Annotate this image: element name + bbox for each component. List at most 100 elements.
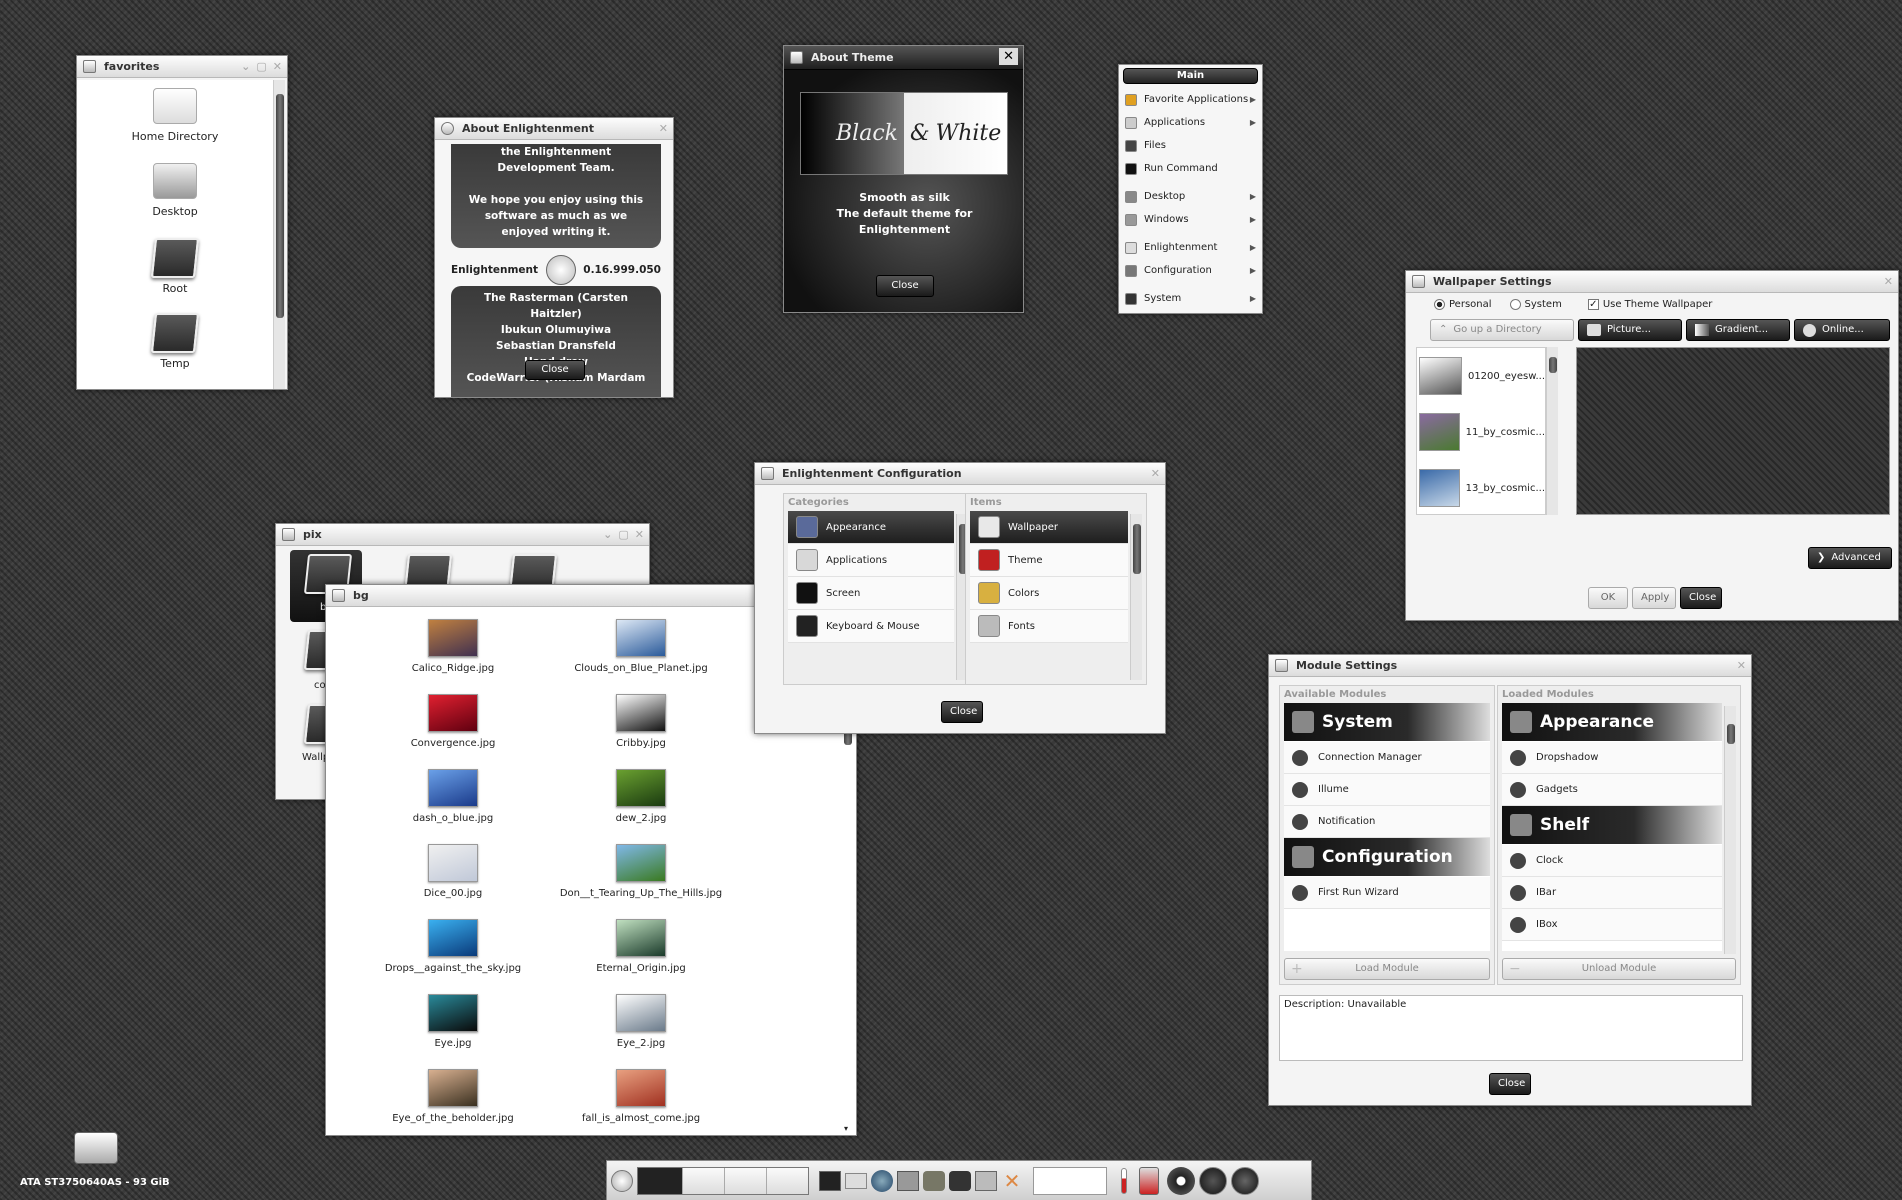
maximize-icon[interactable]: ▢ <box>618 528 628 541</box>
wallpaper-titlebar[interactable]: Wallpaper Settings ✕ <box>1406 271 1898 293</box>
gradient-button[interactable]: Gradient... <box>1686 319 1790 341</box>
wallpaper-settings-window[interactable]: Wallpaper Settings ✕ Personal System ✓ Use… <box>1405 270 1899 621</box>
favorite-item[interactable]: Home Directory <box>77 88 273 143</box>
file-manager-icon[interactable] <box>897 1170 919 1191</box>
image-file-item[interactable]: Clouds_on_Blue_Planet.jpg <box>516 619 766 674</box>
picture-button[interactable]: Picture... <box>1578 319 1682 341</box>
menu-item[interactable]: Desktop ▶ <box>1119 185 1262 208</box>
config-list-item[interactable]: Fonts <box>970 610 1128 643</box>
config-close-button[interactable]: Close <box>941 701 983 723</box>
scroll-thumb[interactable] <box>1549 357 1557 373</box>
close-icon[interactable]: ✕ <box>635 528 644 541</box>
config-list-item[interactable]: Applications <box>788 544 954 577</box>
favorite-item[interactable]: Root <box>77 238 273 295</box>
menu-item[interactable]: Favorite Applications ▶ <box>1119 88 1262 111</box>
unload-module-button[interactable]: − Unload Module <box>1502 958 1736 980</box>
favorite-item[interactable]: Desktop <box>77 163 273 218</box>
terminal-icon[interactable] <box>819 1170 841 1191</box>
module-settings-titlebar[interactable]: Module Settings ✕ <box>1269 655 1751 677</box>
mixer-icon[interactable] <box>1167 1166 1195 1195</box>
online-button[interactable]: Online... <box>1794 319 1890 341</box>
close-icon[interactable]: ✕ <box>1737 659 1746 672</box>
module-item[interactable]: Notification <box>1284 806 1490 838</box>
browser-globe-icon[interactable] <box>871 1169 893 1192</box>
scroll-down-icon[interactable]: ▾ <box>844 1124 848 1133</box>
module-item[interactable]: IBox <box>1502 909 1722 941</box>
available-modules-list[interactable]: System Connection Manager Illume Notificati… <box>1284 703 1490 951</box>
go-up-directory-button[interactable]: ⌃ Go up a Directory <box>1430 319 1574 341</box>
image-file-item[interactable]: Eternal_Origin.jpg <box>516 919 766 974</box>
apply-button[interactable]: Apply <box>1632 587 1676 609</box>
theme-close-button[interactable]: Close <box>876 275 934 297</box>
wallpaper-list-scrollbar[interactable] <box>1546 347 1558 515</box>
config-list-item[interactable]: Wallpaper <box>970 511 1128 544</box>
image-file-item[interactable]: dew_2.jpg <box>516 769 766 824</box>
menu-item[interactable]: Applications ▶ <box>1119 111 1262 134</box>
about-theme-titlebar[interactable]: About Theme ✕ <box>784 46 1023 70</box>
close-icon[interactable]: ✕ <box>1151 467 1160 480</box>
close-icon[interactable]: ✕ <box>999 48 1018 65</box>
image-file-item[interactable]: Cribby.jpg <box>516 694 766 749</box>
close-icon[interactable]: ✕ <box>1884 275 1893 288</box>
config-list-item[interactable]: Colors <box>970 577 1128 610</box>
start-icon[interactable] <box>611 1169 633 1192</box>
loaded-modules-scrollbar[interactable] <box>1724 706 1736 954</box>
bg-scrollbar[interactable]: ▾ <box>842 725 854 1135</box>
pager-desk-4[interactable] <box>766 1167 808 1194</box>
about-close-button[interactable]: Close <box>525 360 585 380</box>
config-list-item[interactable]: Appearance <box>788 511 954 544</box>
tools-icon[interactable]: ✕ <box>1001 1170 1023 1192</box>
scroll-thumb[interactable] <box>1727 724 1735 744</box>
favorites-titlebar[interactable]: favorites ⌄ ▢ ✕ <box>77 56 287 78</box>
inkscape-icon[interactable] <box>949 1170 971 1191</box>
module-item[interactable]: First Run Wizard <box>1284 877 1490 909</box>
categories-list[interactable]: Appearance Applications Screen Keyboard & M… <box>788 511 954 643</box>
gimp-icon[interactable] <box>923 1170 945 1191</box>
pager-desk-2[interactable] <box>682 1167 724 1194</box>
module-item[interactable]: Clock <box>1502 845 1722 877</box>
wallpaper-file-item[interactable]: 11_by_cosmic... <box>1417 404 1545 460</box>
mail-icon[interactable] <box>845 1172 867 1189</box>
loaded-modules-list[interactable]: Appearance Dropshadow Gadgets Shelf Clock IBa… <box>1502 703 1722 951</box>
close-icon[interactable]: ✕ <box>659 122 668 135</box>
module-item[interactable]: Gadgets <box>1502 774 1722 806</box>
system-radio[interactable]: System <box>1509 299 1562 310</box>
about-theme-window[interactable]: About Theme ✕ Black & White Smooth as silk… <box>783 45 1024 313</box>
menu-item[interactable]: Files <box>1119 134 1262 157</box>
favorite-item[interactable]: Temp <box>77 313 273 370</box>
items-scrollbar[interactable] <box>1130 514 1142 680</box>
modules-close-button[interactable]: Close <box>1489 1073 1531 1095</box>
favorites-window[interactable]: favorites ⌄ ▢ ✕ Home Directory Desktop Root Te… <box>76 55 288 390</box>
scroll-thumb[interactable] <box>276 94 284 318</box>
configuration-titlebar[interactable]: Enlightenment Configuration ✕ <box>755 463 1165 485</box>
items-list[interactable]: Wallpaper Theme Colors Fonts <box>970 511 1128 643</box>
menu-item[interactable]: Configuration ▶ <box>1119 259 1262 282</box>
enlightenment-configuration-window[interactable]: Enlightenment Configuration ✕ Categories … <box>754 462 1166 734</box>
wallpaper-file-item[interactable]: 13_by_cosmic... <box>1417 460 1545 514</box>
wallpaper-file-list[interactable]: 01200_eyesw... 11_by_cosmic... 13_by_cosmi… <box>1416 347 1546 515</box>
config-list-item[interactable]: Screen <box>788 577 954 610</box>
minimize-icon[interactable]: ⌄ <box>603 528 612 541</box>
image-file-item[interactable]: fall_is_almost_come.jpg <box>516 1069 766 1124</box>
menu-item[interactable]: Run Command <box>1119 157 1262 180</box>
minimize-icon[interactable]: ⌄ <box>241 60 250 73</box>
favorites-scrollbar[interactable] <box>273 80 285 389</box>
close-button[interactable]: Close <box>1680 587 1722 609</box>
menu-item[interactable]: Enlightenment ▶ <box>1119 236 1262 259</box>
personal-radio[interactable]: Personal <box>1434 299 1492 310</box>
close-icon[interactable]: ✕ <box>273 60 282 73</box>
ok-button[interactable]: OK <box>1588 587 1628 609</box>
about-enlightenment-window[interactable]: About Enlightenment ✕ the Enlightenment D… <box>434 117 674 398</box>
image-file-item[interactable]: Don__t_Tearing_Up_The_Hills.jpg <box>516 844 766 899</box>
maximize-icon[interactable]: ▢ <box>256 60 266 73</box>
use-theme-checkbox[interactable]: ✓ Use Theme Wallpaper <box>1587 299 1712 310</box>
image-file-item[interactable]: Eye_2.jpg <box>516 994 766 1049</box>
load-module-button[interactable]: + Load Module <box>1284 958 1490 980</box>
hard-drive-icon[interactable] <box>74 1132 118 1164</box>
pager-desk-3[interactable] <box>724 1167 766 1194</box>
module-item[interactable]: Dropshadow <box>1502 742 1722 774</box>
config-list-item[interactable]: Theme <box>970 544 1128 577</box>
module-item[interactable]: IBar <box>1502 877 1722 909</box>
wallpaper-file-item[interactable]: 01200_eyesw... <box>1417 348 1545 404</box>
main-menu[interactable]: Main Favorite Applications ▶ Applications ▶… <box>1118 64 1263 314</box>
